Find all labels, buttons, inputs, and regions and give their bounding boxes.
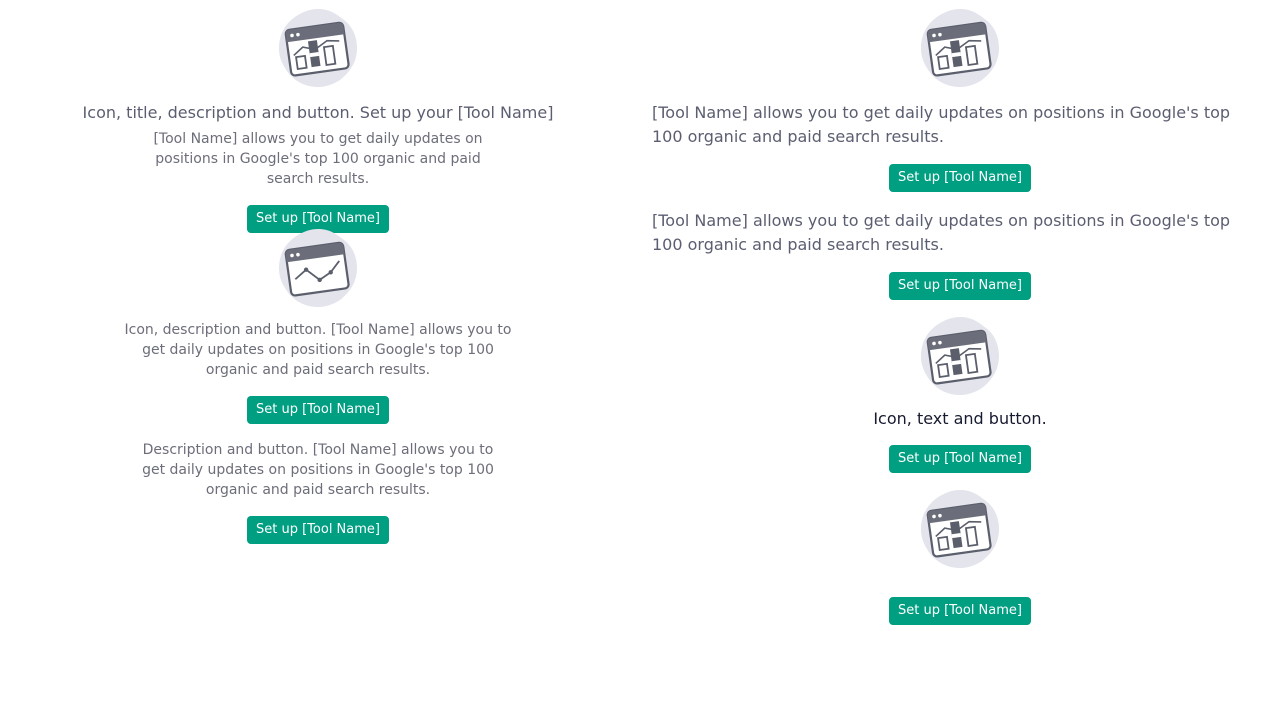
empty-state-large-description-button-2: [Tool Name] allows you to get daily upda… <box>652 209 1272 300</box>
empty-state-description: [Tool Name] allows you to get daily upda… <box>652 103 1231 146</box>
setup-tool-button[interactable]: Set up [Tool Name] <box>247 396 389 424</box>
empty-state-icon-text-button: Icon, text and button. Set up [Tool Name… <box>652 316 1272 473</box>
line-chart-browser-icon <box>278 228 358 308</box>
bar-chart-browser-icon <box>920 8 1000 88</box>
bar-chart-browser-icon <box>920 489 1000 569</box>
setup-tool-button[interactable]: Set up [Tool Name] <box>247 516 389 544</box>
empty-state-description: [Tool Name] allows you to get daily upda… <box>153 131 483 187</box>
empty-state-text: Icon, text and button. <box>873 409 1047 428</box>
setup-tool-button[interactable]: Set up [Tool Name] <box>889 597 1031 625</box>
bar-chart-browser-icon <box>920 316 1000 396</box>
empty-state-description-button: Description and button. [Tool Name] allo… <box>118 440 518 544</box>
setup-tool-button[interactable]: Set up [Tool Name] <box>889 164 1031 192</box>
empty-state-large-description-button: [Tool Name] allows you to get daily upda… <box>652 8 1272 192</box>
bar-chart-browser-icon <box>278 8 358 88</box>
empty-state-description: [Tool Name] allows you to get daily upda… <box>652 211 1231 254</box>
empty-state-icon-title-description-button: Icon, title, description and button. Set… <box>83 8 553 233</box>
empty-state-icon-button: Set up [Tool Name] <box>652 489 1272 625</box>
empty-state-title: Icon, title, description and button. Set… <box>82 103 554 122</box>
empty-state-icon-description-button: Icon, description and button. [Tool Name… <box>118 228 518 424</box>
setup-tool-button[interactable]: Set up [Tool Name] <box>889 445 1031 473</box>
empty-states-page: Icon, title, description and button. Set… <box>0 0 1280 720</box>
setup-tool-button[interactable]: Set up [Tool Name] <box>889 272 1031 300</box>
empty-state-description: Icon, description and button. [Tool Name… <box>124 322 512 378</box>
empty-state-description: Description and button. [Tool Name] allo… <box>142 442 494 498</box>
